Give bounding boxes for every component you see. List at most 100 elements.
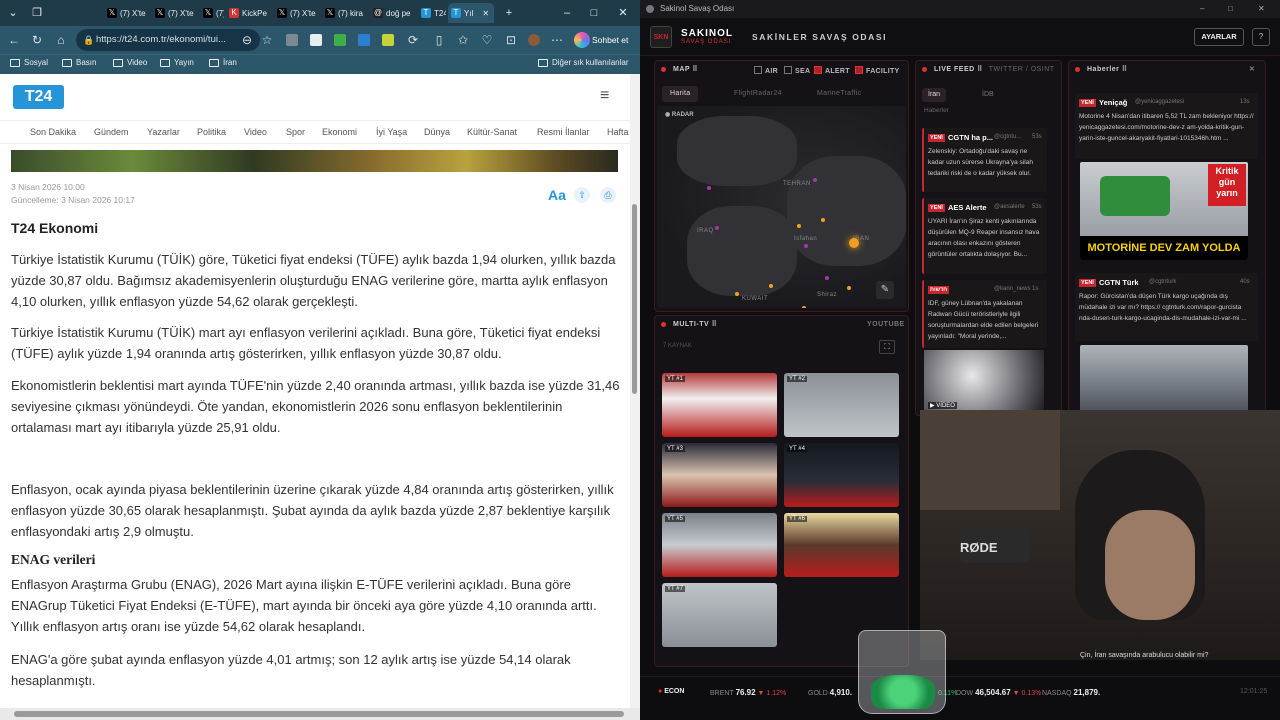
alert-marker[interactable] (849, 238, 859, 248)
filter-checkbox-alert[interactable]: ALERT (814, 66, 850, 75)
site-nav-item[interactable]: Spor (286, 127, 305, 137)
favorite-star-icon[interactable]: ☆ (258, 31, 276, 49)
horizontal-scrollbar[interactable] (0, 708, 640, 720)
close-tab-icon[interactable]: ✕ (482, 9, 489, 18)
browser-tab[interactable]: 𝕏(7) X'te (274, 3, 320, 23)
ticker-item[interactable]: NASDAQ 21,879. (1042, 688, 1100, 697)
filter-checkbox-sea[interactable]: SEA (784, 66, 810, 75)
facility-marker[interactable] (707, 186, 711, 190)
other-bookmarks-folder[interactable]: Diğer sık kullanılanlar (538, 58, 628, 67)
browser-tab[interactable]: @ doğ pe (370, 3, 416, 23)
feed-video-thumbnail[interactable]: ▶ VİDEO (924, 350, 1044, 414)
filter-checkbox-air[interactable]: AIR (754, 66, 778, 75)
browser-tab[interactable]: TT24 - G (418, 3, 446, 23)
close-window-button[interactable]: ✕ (614, 4, 632, 22)
bookmark-folder[interactable]: Video (113, 58, 147, 67)
tv-thumbnail[interactable]: YT #5 (662, 513, 777, 577)
fullscreen-icon[interactable]: ⛶ (879, 340, 895, 354)
site-nav-item[interactable]: Kültür-Sanat (467, 127, 517, 137)
scrollbar-thumb[interactable] (632, 204, 637, 394)
site-nav-item[interactable]: Yazarlar (147, 127, 180, 137)
site-nav-item[interactable]: İyi Yaşa (376, 127, 407, 137)
map-tab[interactable]: FlightRadar24 (726, 86, 790, 102)
hamburger-menu-icon[interactable]: ≡ (600, 87, 609, 105)
browser-tab[interactable]: 𝕏 (7) kira (322, 3, 368, 23)
browser-tab[interactable]: 𝕏(7) X'te (200, 3, 224, 23)
tv-thumbnail[interactable]: YT #2 (784, 373, 899, 437)
browser-tab[interactable]: 𝕏(7) X'te (152, 3, 198, 23)
bookmark-folder[interactable]: İran (209, 58, 237, 67)
news-item[interactable]: YENİ CGTN Türk @cgtnturk 40s Rapor: Gürcista… (1075, 273, 1258, 341)
extension-icon[interactable] (334, 34, 346, 46)
scrollbar-thumb[interactable] (14, 711, 624, 717)
facility-marker[interactable] (715, 226, 719, 230)
extension-icon[interactable] (310, 34, 322, 46)
news-item[interactable]: YENİ Yeniçağ @yenicaggazetesi 13s Motorine 4… (1075, 93, 1258, 159)
maximize-button[interactable]: □ (585, 4, 603, 22)
feed-item[interactable]: YENİ CGTN ha p... @cgtntu... 53s Zelenskiy: … (922, 128, 1047, 192)
settings-button[interactable]: AYARLAR (1194, 28, 1244, 46)
reader-icon[interactable]: ⊖ (238, 31, 256, 49)
bookmark-folder[interactable]: Sosyal (10, 58, 48, 67)
feed-tab-iran[interactable]: İran (922, 88, 947, 102)
filter-checkbox-facility[interactable]: FACILITY (855, 66, 900, 75)
back-icon[interactable]: ← (5, 31, 23, 49)
print-icon[interactable]: ⎙ (600, 187, 616, 203)
alert-marker[interactable] (821, 218, 825, 222)
share-icon[interactable]: ⇧ (574, 187, 590, 203)
tv-thumbnail[interactable]: YT #4 (784, 443, 899, 507)
checkbox-icon[interactable] (855, 66, 863, 74)
tv-thumbnail[interactable]: YT #1 (662, 373, 777, 437)
site-nav-item[interactable]: Politika (197, 127, 226, 137)
site-nav-item[interactable]: Gündem (94, 127, 129, 137)
tv-thumbnail[interactable]: YT #3 (662, 443, 777, 507)
checkbox-icon[interactable] (754, 66, 762, 74)
alert-marker[interactable] (847, 286, 851, 290)
alert-marker[interactable] (735, 292, 739, 296)
site-nav-item[interactable]: Video (244, 127, 267, 137)
browser-tab[interactable]: 𝕏(7) X'te (104, 3, 150, 23)
sync-icon[interactable]: ⟳ (404, 31, 422, 49)
profile-avatar[interactable] (528, 34, 540, 46)
favorites-icon[interactable]: ✩ (454, 31, 472, 49)
fuel-news-image[interactable]: Kritik gün yarın MOTORİNE DEV ZAM YOLDA (1080, 162, 1248, 260)
bookmark-folder[interactable]: Basın (62, 58, 96, 67)
browser-tab[interactable]: T Yıl ✕ (448, 3, 494, 23)
split-screen-icon[interactable]: ▯ (430, 31, 448, 49)
feed-tab-idb[interactable]: İDB (976, 88, 1000, 102)
workspaces-icon[interactable]: ❐ (28, 4, 46, 22)
tv-thumbnail[interactable]: YT #6 (784, 513, 899, 577)
radar-map[interactable]: ◉ RADAR TEHRAN IRAQ Isfahan IRAN Shiraz … (657, 106, 906, 308)
alert-marker[interactable] (802, 306, 806, 308)
minimize-button[interactable]: – (558, 4, 576, 22)
browser-essentials-icon[interactable]: ♡ (478, 31, 496, 49)
more-menu-icon[interactable]: ⋯ (548, 31, 566, 49)
site-nav-item[interactable]: Son Dakika (30, 127, 76, 137)
font-size-button[interactable]: Aa (548, 187, 566, 203)
ticker-item[interactable]: DOW 46,504.67 ▼ 0.13% (956, 688, 1041, 697)
translate-icon[interactable] (358, 34, 370, 46)
close-icon[interactable]: ✕ (1249, 61, 1255, 79)
facility-marker[interactable] (804, 244, 808, 248)
tab-actions-menu-icon[interactable]: ⌄ (4, 4, 22, 22)
collections-icon[interactable]: ⊡ (502, 31, 520, 49)
alert-marker[interactable] (769, 284, 773, 288)
help-button[interactable]: ? (1252, 28, 1270, 46)
feed-item[interactable]: YENİ AES Alerte @aesalerte 53s UYARI İran'ın… (922, 198, 1047, 274)
site-nav-item[interactable]: Dünya (424, 127, 450, 137)
home-icon[interactable]: ⌂ (52, 31, 70, 49)
vertical-scrollbar[interactable] (630, 74, 640, 708)
refresh-icon[interactable]: ↻ (28, 31, 46, 49)
checkbox-icon[interactable] (784, 66, 792, 74)
facility-marker[interactable] (825, 276, 829, 280)
ticker-item[interactable]: BRENT 76.92 ▼ 1.12% (710, 688, 786, 697)
close-window-button[interactable]: ✕ (1258, 0, 1265, 18)
map-tab[interactable]: MarineTraffic (809, 86, 869, 102)
extension-icon[interactable] (286, 34, 298, 46)
edit-pencil-icon[interactable]: ✎ (876, 281, 894, 299)
facility-marker[interactable] (813, 178, 817, 182)
crash-news-image[interactable] (1080, 345, 1248, 413)
browser-tab[interactable]: K KickPe (226, 3, 272, 23)
checkbox-icon[interactable] (814, 66, 822, 74)
address-bar[interactable]: 🔒 https://t24.com.tr/ekonomi/tui... (76, 29, 260, 51)
